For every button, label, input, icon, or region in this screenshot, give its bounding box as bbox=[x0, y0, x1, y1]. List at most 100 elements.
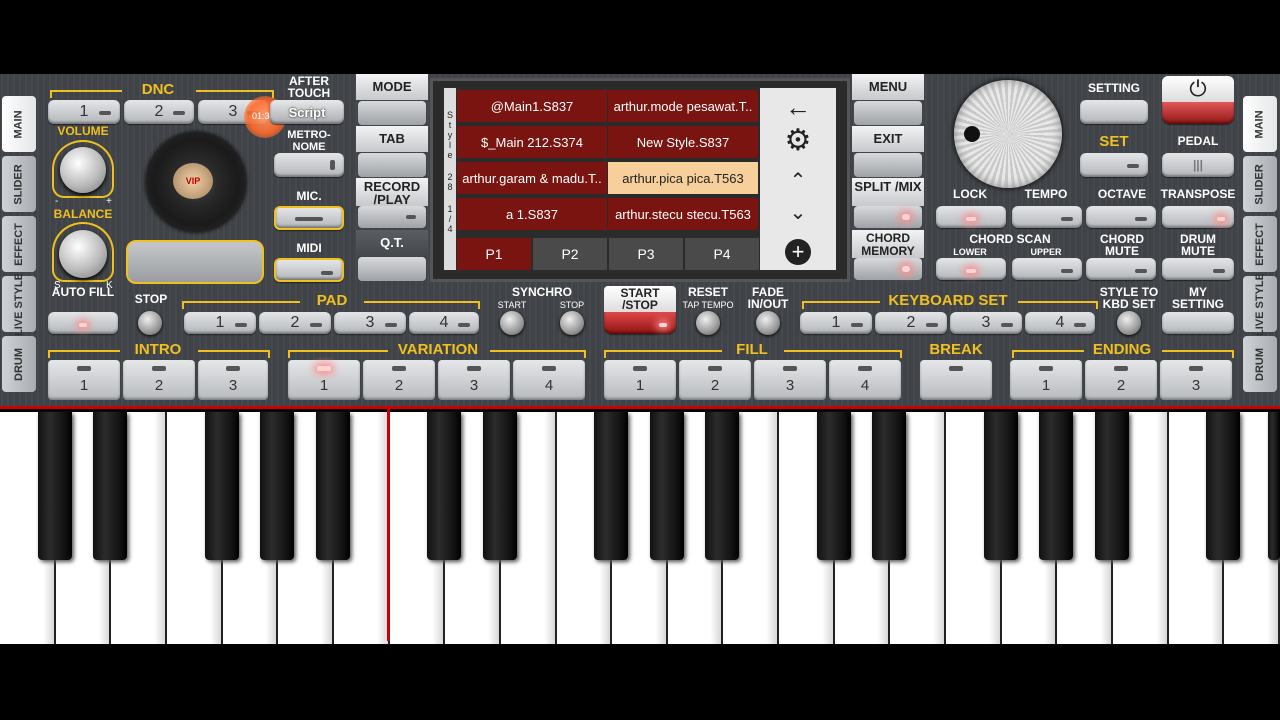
variation-button-2[interactable]: 2 bbox=[363, 360, 435, 400]
black-key[interactable] bbox=[983, 412, 1018, 560]
side-tab-slider-left[interactable]: SLIDER bbox=[2, 156, 36, 212]
side-tab-drum-right[interactable]: DRUM bbox=[1243, 336, 1277, 392]
pedal-button[interactable]: ||| bbox=[1162, 153, 1234, 177]
display-pad[interactable] bbox=[126, 240, 264, 284]
fill-button-3[interactable]: 3 bbox=[754, 360, 826, 400]
reset-knob[interactable] bbox=[696, 311, 720, 335]
split-point-marker[interactable] bbox=[387, 409, 390, 641]
style-cell[interactable]: New Style.S837 bbox=[608, 126, 758, 158]
ending-button-1[interactable]: 1 bbox=[1010, 360, 1082, 400]
pad-stop-knob[interactable] bbox=[138, 311, 162, 335]
transpose-button[interactable] bbox=[1162, 206, 1234, 228]
start-stop-button[interactable] bbox=[604, 312, 676, 334]
mode-button[interactable]: MODE bbox=[356, 74, 428, 100]
tempo-button[interactable] bbox=[1012, 206, 1082, 228]
fade-knob[interactable] bbox=[756, 311, 780, 335]
set-button[interactable] bbox=[1080, 153, 1148, 177]
synchro-start-knob[interactable] bbox=[500, 311, 524, 335]
plus-circle-icon[interactable]: + bbox=[785, 239, 811, 265]
page-tab-p1[interactable]: P1 bbox=[457, 238, 531, 270]
split-mix-button-body[interactable] bbox=[854, 206, 922, 228]
style-cell[interactable]: arthur.garam & madu.T.. bbox=[457, 162, 607, 194]
side-tab-slider-right[interactable]: SLIDER bbox=[1243, 156, 1277, 212]
fill-button-1[interactable]: 1 bbox=[604, 360, 676, 400]
variation-button-4[interactable]: 4 bbox=[513, 360, 585, 400]
black-key[interactable] bbox=[649, 412, 684, 560]
black-key[interactable] bbox=[260, 412, 295, 560]
script-button[interactable]: Script bbox=[270, 100, 344, 124]
pad-button-3[interactable]: 3 bbox=[334, 312, 406, 334]
lock-button[interactable] bbox=[936, 206, 1006, 228]
power-icon[interactable]: ⏻ bbox=[1162, 76, 1234, 102]
black-key[interactable] bbox=[37, 412, 72, 560]
arrow-left-icon[interactable]: ← bbox=[760, 94, 836, 120]
style-cell[interactable]: @Main1.S837 bbox=[457, 90, 607, 122]
tab-button-body[interactable] bbox=[358, 153, 426, 177]
split-mix-button[interactable]: SPLIT /MIX bbox=[852, 178, 924, 206]
page-tab-p3[interactable]: P3 bbox=[609, 238, 683, 270]
kbd-set-button-1[interactable]: 1 bbox=[800, 312, 872, 334]
chord-scan-lower-button[interactable] bbox=[936, 258, 1006, 280]
black-key[interactable] bbox=[315, 412, 350, 560]
break-button[interactable] bbox=[920, 360, 992, 400]
pad-button-1[interactable]: 1 bbox=[184, 312, 256, 334]
side-tab-main-right[interactable]: MAIN bbox=[1243, 96, 1277, 152]
dnc-button-1[interactable]: 1 bbox=[48, 100, 120, 124]
mic-button[interactable] bbox=[274, 206, 344, 230]
side-tab-main-left[interactable]: MAIN bbox=[2, 96, 36, 152]
fill-button-2[interactable]: 2 bbox=[679, 360, 751, 400]
setting-button[interactable] bbox=[1080, 100, 1148, 124]
black-key[interactable] bbox=[427, 412, 462, 560]
exit-button[interactable]: EXIT bbox=[852, 126, 924, 152]
dnc-button-2[interactable]: 2 bbox=[124, 100, 194, 124]
kbd-set-button-3[interactable]: 3 bbox=[950, 312, 1022, 334]
style-to-kbd-knob[interactable] bbox=[1117, 311, 1141, 335]
style-cell[interactable]: arthur.stecu stecu.T563 bbox=[608, 198, 758, 230]
mode-button-body[interactable] bbox=[358, 101, 426, 125]
ending-button-3[interactable]: 3 bbox=[1160, 360, 1232, 400]
black-key[interactable] bbox=[1039, 412, 1074, 560]
ending-button-2[interactable]: 2 bbox=[1085, 360, 1157, 400]
volume-knob[interactable] bbox=[60, 147, 106, 193]
black-key[interactable] bbox=[93, 412, 128, 560]
chord-scan-upper-button[interactable] bbox=[1012, 258, 1082, 280]
my-setting-button[interactable] bbox=[1162, 312, 1234, 334]
drum-mute-button[interactable] bbox=[1162, 258, 1234, 280]
chord-memory-button-body[interactable] bbox=[854, 258, 922, 280]
black-key[interactable] bbox=[1268, 412, 1280, 560]
vip-badge[interactable]: VIP bbox=[173, 163, 213, 199]
record-play-button[interactable]: RECORD /PLAY bbox=[356, 178, 428, 206]
auto-fill-button[interactable] bbox=[48, 312, 118, 334]
qt-button[interactable]: Q.T. bbox=[356, 230, 428, 256]
fill-button-4[interactable]: 4 bbox=[829, 360, 901, 400]
black-key[interactable] bbox=[482, 412, 517, 560]
style-cell-selected[interactable]: arthur.pica pica.T563 bbox=[608, 162, 758, 194]
qt-button-body[interactable] bbox=[358, 257, 426, 281]
menu-button-body[interactable] bbox=[854, 101, 922, 125]
intro-button-1[interactable]: 1 bbox=[48, 360, 120, 400]
style-cell[interactable]: $_Main 212.S374 bbox=[457, 126, 607, 158]
black-key[interactable] bbox=[872, 412, 907, 560]
style-cell[interactable]: a 1.S837 bbox=[457, 198, 607, 230]
kbd-set-button-4[interactable]: 4 bbox=[1025, 312, 1095, 334]
chord-memory-button[interactable]: CHORD MEMORY bbox=[852, 230, 924, 258]
chord-mute-button[interactable] bbox=[1086, 258, 1156, 280]
style-cell[interactable]: arthur.mode pesawat.T.. bbox=[608, 90, 758, 122]
side-tab-effect-right[interactable]: EFFECT bbox=[1243, 216, 1277, 272]
side-tab-drum-left[interactable]: DRUM bbox=[2, 336, 36, 392]
variation-button-3[interactable]: 3 bbox=[438, 360, 510, 400]
side-tab-effect-left[interactable]: EFFECT bbox=[2, 216, 36, 272]
page-tab-p4[interactable]: P4 bbox=[685, 238, 759, 270]
chevron-down-icon[interactable]: ⌄ bbox=[760, 200, 836, 226]
menu-button[interactable]: MENU bbox=[852, 74, 924, 100]
kbd-set-button-2[interactable]: 2 bbox=[875, 312, 947, 334]
octave-button[interactable] bbox=[1086, 206, 1156, 228]
tab-button[interactable]: TAB bbox=[356, 126, 428, 152]
pad-button-4[interactable]: 4 bbox=[409, 312, 479, 334]
black-key[interactable] bbox=[705, 412, 740, 560]
exit-button-body[interactable] bbox=[854, 153, 922, 177]
intro-button-3[interactable]: 3 bbox=[198, 360, 268, 400]
midi-button[interactable] bbox=[274, 258, 344, 282]
side-tab-live-style-right[interactable]: LIVE STYLE bbox=[1243, 273, 1277, 335]
metronome-button[interactable] bbox=[274, 153, 344, 177]
